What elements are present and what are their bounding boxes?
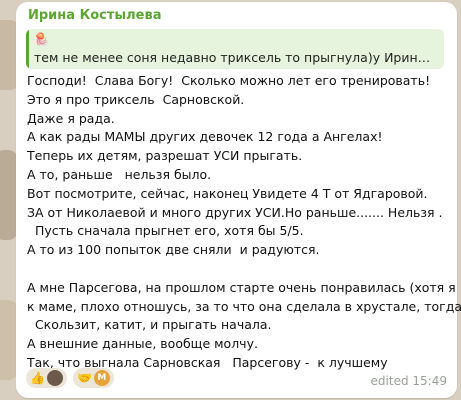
message-bubble[interactable]: Ирина Костылева 🪼 тем не менее соня неда… xyxy=(16,2,461,398)
avatar: М xyxy=(93,370,110,386)
message-line: А то из 100 попыток две сняли и радуются… xyxy=(27,242,320,258)
message-time: 15:49 xyxy=(412,374,447,388)
message-line: Даже я рада. xyxy=(27,110,115,126)
thumbs-up-icon: 👍 xyxy=(30,371,45,385)
sender-name[interactable]: Ирина Костылева xyxy=(28,8,161,23)
message-line: А мне Парсегова, на прошлом старте очень… xyxy=(27,279,456,295)
message-line: Господи! Слава Богу! Сколько можно лет е… xyxy=(27,73,431,88)
message-line: ЗА от Николаевой и много других УСИ.Но р… xyxy=(27,204,443,220)
message-meta: edited 15:49 xyxy=(371,374,447,388)
handshake-icon: 🤝 xyxy=(76,371,92,385)
message-line: Скользит, катит, и прыгать начала. xyxy=(27,317,272,333)
edited-label: edited xyxy=(370,374,409,388)
message-text: Господи! Слава Богу! Сколько можно лет е… xyxy=(27,72,461,373)
message-line: Пусть сначала прыгнет его, хотя бы 5/5. xyxy=(27,223,304,239)
message-line: А то, раньше нельзя было. xyxy=(27,166,212,182)
avatar xyxy=(46,370,63,386)
jellyfish-icon: 🪼 xyxy=(34,32,49,46)
reply-accent-bar xyxy=(26,29,29,69)
message-line: Вот посмотрите, сейчас, наконец Увидете … xyxy=(27,185,428,201)
reply-quote[interactable]: 🪼 тем не менее соня недавно триксель то … xyxy=(26,29,444,69)
message-line: Это я про триксель Сарновской. xyxy=(27,91,245,107)
message-line xyxy=(27,260,449,279)
message-line: А внешние данные, вообще молчу. xyxy=(27,336,258,352)
reply-text: тем не менее соня недавно триксель то пр… xyxy=(34,50,436,65)
message-line: А как рады МАМЫ других девочек 12 года а… xyxy=(27,129,383,145)
reaction-handshake[interactable]: 🤝 М xyxy=(72,368,114,388)
reactions-bar: 👍 🤝 М xyxy=(26,368,114,388)
message-line: к маме, плохо отношусь, за то что она сд… xyxy=(27,298,461,314)
message-line: Теперь их детям, разрешат УСИ прыгать. xyxy=(27,148,303,164)
reaction-thumbs-up[interactable]: 👍 xyxy=(26,368,67,388)
